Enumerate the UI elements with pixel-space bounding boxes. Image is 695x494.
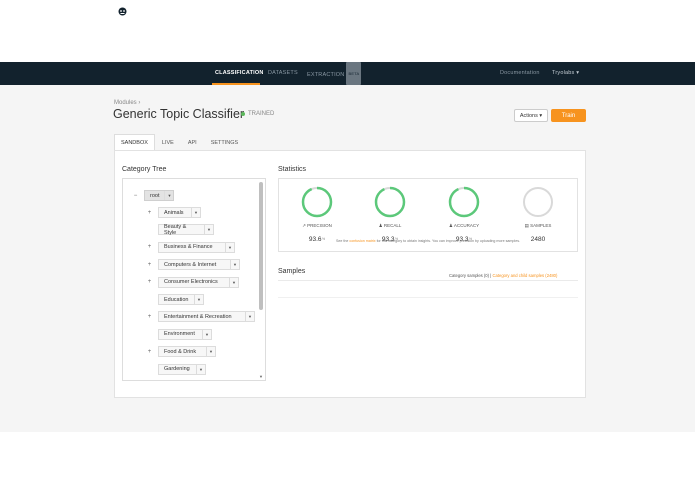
tree-node[interactable]: Environment ▼ bbox=[158, 328, 212, 340]
expand-node-icon[interactable]: + bbox=[145, 208, 154, 217]
samples-divider bbox=[278, 297, 578, 298]
tree-node[interactable]: Consumer Electronics ▼ bbox=[158, 276, 239, 288]
tab-settings[interactable]: SETTINGS bbox=[204, 134, 246, 150]
samples-filter: Category samples (0) | Category and chil… bbox=[449, 273, 557, 278]
tree-node-label: Business & Finance bbox=[164, 244, 213, 251]
nav-extraction-label: EXTRACTION bbox=[307, 72, 345, 78]
gauge-fill bbox=[374, 186, 406, 218]
expand-node-icon[interactable]: + bbox=[145, 260, 154, 269]
chevron-down-icon[interactable]: ▼ bbox=[245, 312, 254, 322]
child-samples-link[interactable]: Category and child samples (2480) bbox=[492, 273, 557, 278]
category-tree: − root ▼ + Animals ▼ Beauty & Style ▼ + Busine… bbox=[122, 178, 266, 381]
metric-label-text: SAMPLES bbox=[530, 223, 552, 228]
tree-node-label: Beauty & Style bbox=[164, 223, 187, 236]
tree-node-label: Food & Drink bbox=[164, 348, 197, 355]
chevron-down-icon[interactable]: ▼ bbox=[206, 347, 215, 357]
nav-classification[interactable]: CLASSIFICATION bbox=[215, 62, 264, 85]
gauge-track bbox=[523, 187, 553, 217]
metric-label-text: RECALL bbox=[383, 223, 402, 228]
tree-node-label: Education bbox=[164, 296, 189, 303]
chevron-down-icon[interactable]: ▼ bbox=[191, 208, 200, 217]
tree-node-label: Animals bbox=[164, 209, 184, 216]
samples-divider bbox=[278, 280, 578, 281]
tab-bar: SANDBOX LIVE API SETTINGS bbox=[114, 134, 245, 150]
tab-sandbox[interactable]: SANDBOX bbox=[114, 134, 155, 150]
train-button[interactable]: Train bbox=[551, 109, 586, 122]
tree-node[interactable]: Computers & Internet ▼ bbox=[158, 259, 240, 271]
chevron-down-icon[interactable]: ▼ bbox=[225, 242, 234, 252]
monkey-logo-icon bbox=[114, 3, 131, 20]
metric-label: ↗ PRECISION bbox=[287, 223, 347, 229]
note-text-before: See the bbox=[336, 239, 349, 243]
statistics-title: Statistics bbox=[278, 166, 307, 173]
chevron-down-icon[interactable]: ▼ bbox=[230, 260, 239, 270]
expand-node-icon[interactable]: + bbox=[145, 312, 154, 321]
metric-label-text: PRECISION bbox=[307, 223, 332, 228]
tree-node-label: Entertainment & Recreation bbox=[164, 313, 232, 320]
collapse-root-icon[interactable]: − bbox=[131, 191, 140, 200]
tree-node-root[interactable]: root ▼ bbox=[144, 190, 175, 201]
tree-node-label: Environment bbox=[164, 331, 195, 338]
status-text: TRAINED bbox=[248, 111, 275, 117]
actions-button[interactable]: Actions ▾ bbox=[514, 109, 548, 122]
tree-node-label: root bbox=[150, 192, 160, 199]
chevron-down-icon[interactable]: ▼ bbox=[194, 295, 203, 304]
tree-node-label: Consumer Electronics bbox=[164, 279, 218, 286]
tree-node[interactable]: Animals ▼ bbox=[158, 207, 201, 218]
metric-gauge-precision: 93.6% bbox=[301, 186, 333, 243]
metric-label: ♟ RECALL bbox=[360, 223, 420, 229]
nav-extraction[interactable]: EXTRACTION BETA bbox=[307, 62, 362, 85]
nav-documentation[interactable]: Documentation bbox=[500, 62, 540, 85]
chevron-down-icon[interactable]: ▼ bbox=[202, 329, 211, 339]
tree-node[interactable]: Gardening ▼ bbox=[158, 363, 206, 375]
gauge-fill bbox=[448, 186, 480, 218]
logo-text: MonkeyLearn bbox=[137, 6, 199, 17]
scroll-down-icon[interactable]: ▼ bbox=[259, 374, 263, 379]
metric-label: ▤ SAMPLES bbox=[508, 223, 568, 229]
tree-node-label: Gardening bbox=[164, 366, 190, 373]
expand-node-icon[interactable]: + bbox=[145, 243, 154, 252]
chevron-down-icon[interactable]: ▼ bbox=[204, 225, 213, 235]
nav-datasets[interactable]: DATASETS bbox=[268, 62, 298, 85]
scrollbar-thumb[interactable] bbox=[259, 182, 263, 310]
metric-label: ♟ ACCURACY bbox=[434, 223, 494, 229]
tab-api[interactable]: API bbox=[181, 134, 204, 150]
chevron-down-icon[interactable]: ▼ bbox=[229, 277, 238, 287]
tree-node[interactable]: Food & Drink ▼ bbox=[158, 346, 216, 358]
active-nav-indicator bbox=[212, 83, 260, 85]
category-tree-title: Category Tree bbox=[122, 166, 167, 173]
statistics-note: See the confusion matrix for this catego… bbox=[278, 239, 578, 243]
confusion-matrix-link[interactable]: confusion matrix bbox=[349, 239, 375, 243]
breadcrumb[interactable]: Modules › bbox=[114, 100, 140, 106]
note-text-after: for this category to obtain insights. Yo… bbox=[376, 239, 520, 243]
metric-gauge-accuracy: 93.3% bbox=[448, 186, 480, 243]
tree-scrollbar[interactable]: ▼ bbox=[258, 180, 264, 379]
category-samples-link[interactable]: Category samples (0) bbox=[449, 273, 489, 278]
metric-gauge-samples: 2480 bbox=[522, 186, 554, 243]
expand-node-icon[interactable]: + bbox=[145, 347, 154, 356]
samples-title: Samples bbox=[278, 268, 306, 275]
chevron-down-icon[interactable]: ▼ bbox=[164, 191, 173, 200]
chevron-down-icon[interactable]: ▼ bbox=[196, 364, 205, 374]
page-title: Generic Topic Classifier bbox=[113, 107, 245, 121]
tree-node[interactable]: Beauty & Style ▼ bbox=[158, 223, 214, 236]
beta-badge: BETA bbox=[346, 62, 362, 85]
metric-label-text: ACCURACY bbox=[453, 223, 480, 228]
logo[interactable]: MonkeyLearn bbox=[114, 3, 198, 20]
status-dot-icon bbox=[241, 112, 245, 116]
expand-node-icon[interactable]: + bbox=[145, 278, 154, 287]
status-badge: TRAINED bbox=[241, 111, 274, 117]
gauge-fill bbox=[301, 186, 333, 218]
tree-node-label: Computers & Internet bbox=[164, 261, 217, 268]
user-menu[interactable]: Tryolabs ▾ bbox=[552, 62, 579, 85]
tree-node[interactable]: Education ▼ bbox=[158, 294, 204, 305]
metric-gauge-recall: 93.3% bbox=[374, 186, 406, 243]
tab-live[interactable]: LIVE bbox=[155, 134, 181, 150]
tree-node[interactable]: Business & Finance ▼ bbox=[158, 241, 235, 253]
tree-node[interactable]: Entertainment & Recreation ▼ bbox=[158, 311, 255, 323]
